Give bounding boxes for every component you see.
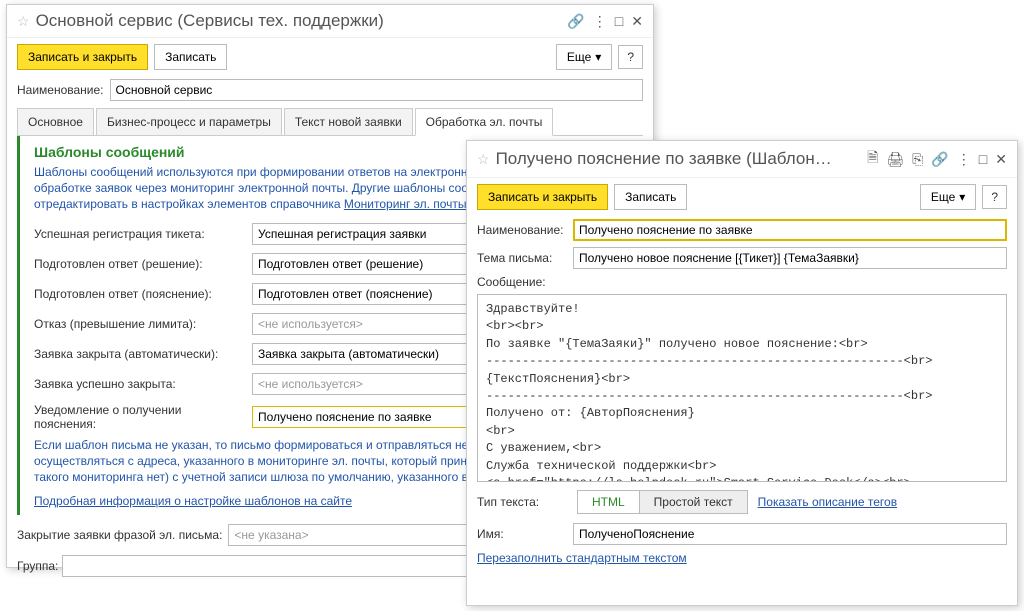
more-button[interactable]: Еще ▾: [920, 184, 976, 210]
chevron-down-icon: ▾: [595, 50, 601, 64]
link-icon[interactable]: 🔗: [567, 13, 584, 30]
toolbar: Записать и закрыть Записать Еще ▾ ?: [7, 38, 653, 76]
chevron-down-icon: ▾: [959, 190, 965, 204]
close-icon[interactable]: ✕: [995, 151, 1007, 168]
window-title: Основной сервис (Сервисы тех. поддержки): [36, 11, 568, 31]
type-label: Тип текста:: [477, 495, 567, 509]
titlebar-actions: 🔗 ⋮ □ ✕: [567, 13, 643, 30]
star-icon[interactable]: ☆: [477, 151, 490, 168]
tab-process[interactable]: Бизнес-процесс и параметры: [96, 108, 282, 135]
docs-link[interactable]: Подробная информация о настройке шаблоно…: [34, 494, 352, 508]
row3-label: Подготовлен ответ (пояснение):: [34, 287, 244, 301]
more-icon[interactable]: ⋮: [957, 151, 971, 168]
tags-link[interactable]: Показать описание тегов: [758, 495, 897, 509]
name-label: Наименование:: [17, 83, 104, 97]
id-input[interactable]: [573, 523, 1007, 545]
subject-label: Тема письма:: [477, 251, 567, 265]
row6-label: Заявка успешно закрыта:: [34, 377, 244, 391]
maximize-icon[interactable]: □: [615, 13, 623, 29]
maximize-icon[interactable]: □: [979, 151, 987, 167]
copy-icon[interactable]: ⎘: [912, 151, 923, 168]
group-label: Группа:: [17, 559, 58, 573]
more-button[interactable]: Еще ▾: [556, 44, 612, 70]
row4-label: Отказ (превышение лимита):: [34, 317, 244, 331]
row7-label: Уведомление о получении пояснения:: [34, 403, 244, 431]
id-label: Имя:: [477, 527, 567, 541]
name-input[interactable]: [573, 219, 1007, 241]
help-button[interactable]: ?: [982, 185, 1007, 209]
tab-new-request-text[interactable]: Текст новой заявки: [284, 108, 413, 135]
titlebar-actions: 🗎 🖨 ⎘ 🔗 ⋮ □ ✕: [867, 147, 1007, 171]
save-close-button[interactable]: Записать и закрыть: [477, 184, 608, 210]
refill-link[interactable]: Перезаполнить стандартным текстом: [477, 551, 687, 565]
link-icon[interactable]: 🔗: [931, 151, 948, 168]
text-type-toggle: HTML Простой текст: [577, 490, 748, 514]
type-plain-button[interactable]: Простой текст: [640, 491, 747, 513]
titlebar: ☆ Получено пояснение по заявке (Шаблон… …: [467, 141, 1017, 178]
star-icon[interactable]: ☆: [17, 13, 30, 30]
more-icon[interactable]: ⋮: [593, 13, 607, 30]
message-body[interactable]: Здравствуйте! <br><br> По заявке "{ТемаЗ…: [477, 294, 1007, 482]
row1-label: Успешная регистрация тикета:: [34, 227, 244, 241]
row5-label: Заявка закрыта (автоматически):: [34, 347, 244, 361]
monitoring-link[interactable]: Мониторинг эл. почты: [344, 197, 467, 211]
window-title: Получено пояснение по заявке (Шаблон…: [496, 149, 868, 169]
titlebar: ☆ Основной сервис (Сервисы тех. поддержк…: [7, 5, 653, 38]
page-icon[interactable]: 🗎: [867, 147, 878, 171]
name-row: Наименование:: [7, 76, 653, 104]
close-phrase-label: Закрытие заявки фразой эл. письма:: [17, 528, 222, 542]
close-icon[interactable]: ✕: [631, 13, 643, 30]
save-close-button[interactable]: Записать и закрыть: [17, 44, 148, 70]
tab-email-processing[interactable]: Обработка эл. почты: [415, 108, 554, 136]
subject-input[interactable]: [573, 247, 1007, 269]
name-label: Наименование:: [477, 223, 567, 237]
save-button[interactable]: Записать: [154, 44, 227, 70]
tabs: Основное Бизнес-процесс и параметры Текс…: [17, 108, 643, 136]
print-icon[interactable]: 🖨: [886, 151, 904, 168]
tab-main[interactable]: Основное: [17, 108, 94, 135]
help-button[interactable]: ?: [618, 45, 643, 69]
window-template-editor: ☆ Получено пояснение по заявке (Шаблон… …: [466, 140, 1018, 606]
row2-label: Подготовлен ответ (решение):: [34, 257, 244, 271]
name-input[interactable]: [110, 79, 643, 101]
message-label: Сообщение:: [477, 275, 546, 289]
type-html-button[interactable]: HTML: [578, 491, 640, 513]
toolbar: Записать и закрыть Записать Еще ▾ ?: [467, 178, 1017, 216]
save-button[interactable]: Записать: [614, 184, 687, 210]
